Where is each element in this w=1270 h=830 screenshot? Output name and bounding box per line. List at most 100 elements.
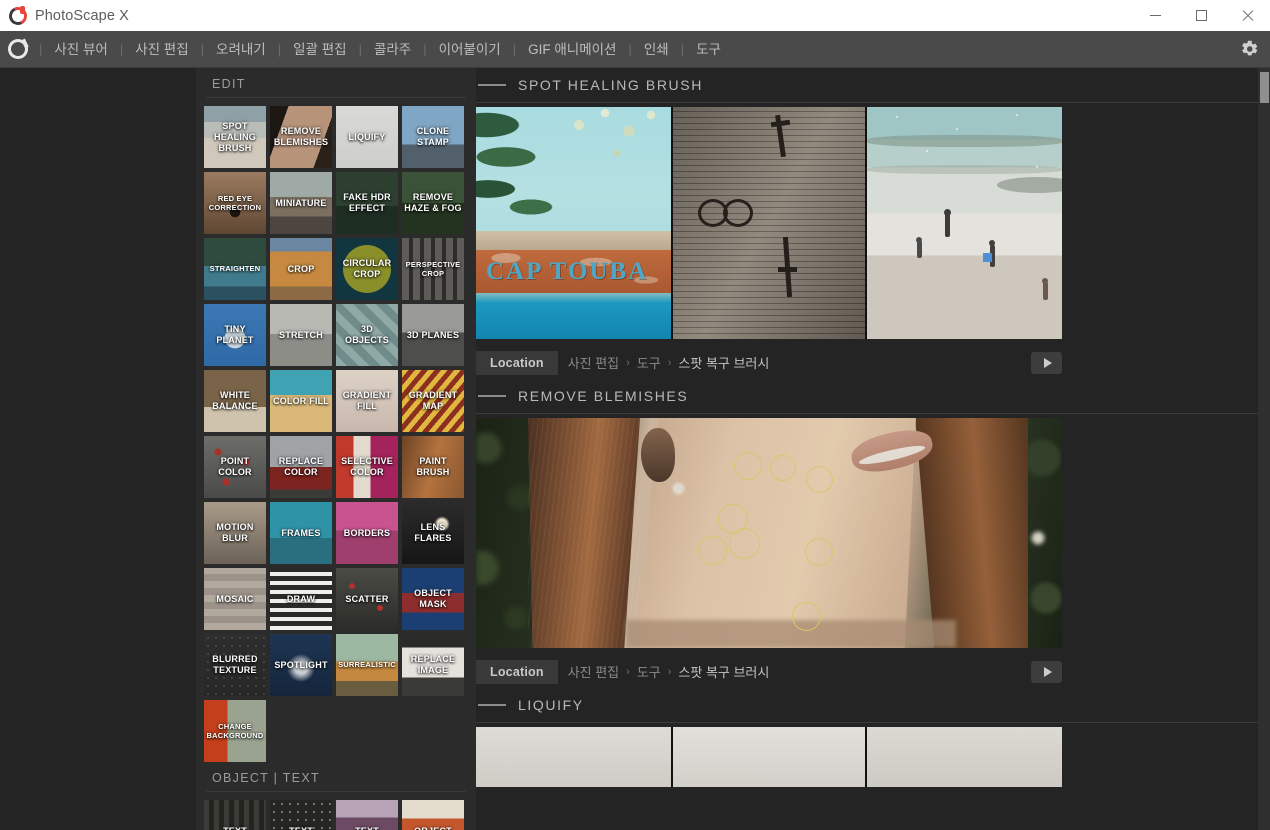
tool-tile-tiny-planet[interactable]: TINY PLANET <box>204 304 266 366</box>
tool-tile-red-eye-correction[interactable]: RED EYE CORRECTION <box>204 172 266 234</box>
tool-tile-selective-color[interactable]: SELECTIVE COLOR <box>336 436 398 498</box>
play-button[interactable] <box>1031 352 1062 374</box>
blemish-marker[interactable] <box>792 602 821 631</box>
blemish-marker[interactable] <box>734 452 762 480</box>
tool-tile-label: BORDERS <box>336 502 398 564</box>
menu-item-photo-viewer[interactable]: 사진 뷰어 <box>43 31 118 68</box>
preview-image-liquify[interactable] <box>476 727 1062 787</box>
breadcrumb-item-current[interactable]: 스팟 복구 브러시 <box>678 662 769 681</box>
play-button[interactable] <box>1031 661 1062 683</box>
tool-tile-label: CROP <box>270 238 332 300</box>
edit-tool-grid[interactable]: SPOT HEALING BRUSHREMOVE BLEMISHESLIQUIF… <box>204 106 468 762</box>
tool-tile-point-color[interactable]: POINT COLOR <box>204 436 266 498</box>
menu-item-print[interactable]: 인쇄 <box>633 31 680 68</box>
tool-tile-fake-hdr-effect[interactable]: FAKE HDR EFFECT <box>336 172 398 234</box>
vertical-scrollbar[interactable] <box>1258 68 1270 830</box>
menu-item-collage[interactable]: 콜라주 <box>363 31 422 68</box>
tool-tile-label: PERSPECTIVE CROP <box>402 238 464 300</box>
tool-tile-miniature[interactable]: MINIATURE <box>270 172 332 234</box>
photoscape-mark-icon[interactable] <box>8 39 28 59</box>
tool-tile-borders[interactable]: BORDERS <box>336 502 398 564</box>
tool-tile-label: SPOTLIGHT <box>270 634 332 696</box>
tool-tile-replace-color[interactable]: REPLACE COLOR <box>270 436 332 498</box>
tool-tile-liquify[interactable]: LIQUIFY <box>336 106 398 168</box>
tool-tile-label: FRAMES <box>270 502 332 564</box>
breadcrumb-item[interactable]: 사진 편집 <box>568 662 619 681</box>
scrollbar-thumb[interactable] <box>1260 72 1269 103</box>
tool-tile-label: FAKE HDR EFFECT <box>336 172 398 234</box>
blemish-marker[interactable] <box>806 466 833 493</box>
preview-image-triptych[interactable]: CAP TOUBA <box>476 107 1062 339</box>
tool-tile-draw[interactable]: DRAW <box>270 568 332 630</box>
tool-tile-label: 3D PLANES <box>402 304 464 366</box>
tool-tile-spot-healing-brush[interactable]: SPOT HEALING BRUSH <box>204 106 266 168</box>
tool-tile-gradient-map[interactable]: GRADIENT MAP <box>402 370 464 432</box>
tool-tile-change-background[interactable]: CHANGE BACKGROUND <box>204 700 266 762</box>
tool-tile-object[interactable]: OBJECT <box>402 800 464 830</box>
tool-tile-color-fill[interactable]: COLOR FILL <box>270 370 332 432</box>
tool-tile-blurred-texture[interactable]: BLURRED TEXTURE <box>204 634 266 696</box>
tool-tile-frames[interactable]: FRAMES <box>270 502 332 564</box>
minimize-button[interactable] <box>1132 0 1178 31</box>
breadcrumb-item[interactable]: 사진 편집 <box>568 353 619 372</box>
blemish-marker[interactable] <box>805 538 833 566</box>
chevron-right-icon: › <box>626 357 630 369</box>
blemish-marker[interactable] <box>770 455 796 481</box>
tool-tile-scatter[interactable]: SCATTER <box>336 568 398 630</box>
maximize-button[interactable] <box>1178 0 1224 31</box>
menu-item-photo-editor[interactable]: 사진 편집 <box>124 31 199 68</box>
blemish-marker[interactable] <box>729 528 760 559</box>
tool-tile-motion-blur[interactable]: MOTION BLUR <box>204 502 266 564</box>
tool-tile-text[interactable]: TEXT <box>336 800 398 830</box>
tool-tile-spotlight[interactable]: SPOTLIGHT <box>270 634 332 696</box>
tool-tile-surrealistic[interactable]: SURREALISTIC <box>336 634 398 696</box>
close-button[interactable] <box>1224 0 1270 31</box>
menu-item-combine[interactable]: 이어붙이기 <box>428 31 512 68</box>
tool-tile-lens-flares[interactable]: LENS FLARES <box>402 502 464 564</box>
tool-tile-object-mask[interactable]: OBJECT MASK <box>402 568 464 630</box>
section-dash-icon <box>478 84 506 86</box>
tool-tile-clone-stamp[interactable]: CLONE STAMP <box>402 106 464 168</box>
tool-tile-label: SCATTER <box>336 568 398 630</box>
tool-tile-text[interactable]: TEXT <box>270 800 332 830</box>
tool-tile-white-balance[interactable]: WHITE BALANCE <box>204 370 266 432</box>
menu-item-cutout[interactable]: 오려내기 <box>205 31 277 68</box>
tool-tile-mosaic[interactable]: MOSAIC <box>204 568 266 630</box>
tool-tile-label: TEXT <box>270 800 332 830</box>
tool-tile-crop[interactable]: CROP <box>270 238 332 300</box>
tool-tile-straighten[interactable]: STRAIGHTEN <box>204 238 266 300</box>
breadcrumb-item[interactable]: 도구 <box>637 353 661 372</box>
menu-item-batch[interactable]: 일괄 편집 <box>282 31 357 68</box>
preview-image-portrait[interactable] <box>476 418 1062 648</box>
breadcrumb-item[interactable]: 도구 <box>637 662 661 681</box>
tool-tile-paint-brush[interactable]: PAINT BRUSH <box>402 436 464 498</box>
tool-tile-label: POINT COLOR <box>204 436 266 498</box>
tool-tile-perspective-crop[interactable]: PERSPECTIVE CROP <box>402 238 464 300</box>
menu-item-tools[interactable]: 도구 <box>685 31 732 68</box>
tool-tile-label: OBJECT MASK <box>402 568 464 630</box>
menu-item-gif-animation[interactable]: GIF 애니메이션 <box>517 31 627 68</box>
tool-tile-3d-objects[interactable]: 3D OBJECTS <box>336 304 398 366</box>
tool-panel[interactable]: EDIT SPOT HEALING BRUSHREMOVE BLEMISHESL… <box>196 68 476 830</box>
tool-tile-label: TINY PLANET <box>204 304 266 366</box>
tool-tile-remove-blemishes[interactable]: REMOVE BLEMISHES <box>270 106 332 168</box>
preview-section-header: LIQUIFY <box>476 688 1260 722</box>
tool-tile-replace-image[interactable]: REPLACE IMAGE <box>402 634 464 696</box>
breadcrumb-item-current[interactable]: 스팟 복구 브러시 <box>678 353 769 372</box>
tool-tile-stretch[interactable]: STRETCH <box>270 304 332 366</box>
tool-tile-label: GRADIENT FILL <box>336 370 398 432</box>
preview-section-remove-blemishes: REMOVE BLEMISHES <box>476 379 1270 688</box>
tool-tile-remove-haze-fog[interactable]: REMOVE HAZE & FOG <box>402 172 464 234</box>
tool-tile-label: STRETCH <box>270 304 332 366</box>
left-gutter <box>0 68 196 830</box>
tool-tile-circular-crop[interactable]: CIRCULAR CROP <box>336 238 398 300</box>
window-title: PhotoScape X <box>35 8 129 24</box>
tool-tile-3d-planes[interactable]: 3D PLANES <box>402 304 464 366</box>
gear-icon[interactable] <box>1238 38 1260 60</box>
object-text-tool-grid[interactable]: TEXTTEXTTEXTOBJECT <box>204 800 468 830</box>
blemish-marker[interactable] <box>698 536 727 565</box>
tool-tile-gradient-fill[interactable]: GRADIENT FILL <box>336 370 398 432</box>
section-divider <box>206 97 466 98</box>
tool-tile-label: 3D OBJECTS <box>336 304 398 366</box>
tool-tile-text[interactable]: TEXT <box>204 800 266 830</box>
